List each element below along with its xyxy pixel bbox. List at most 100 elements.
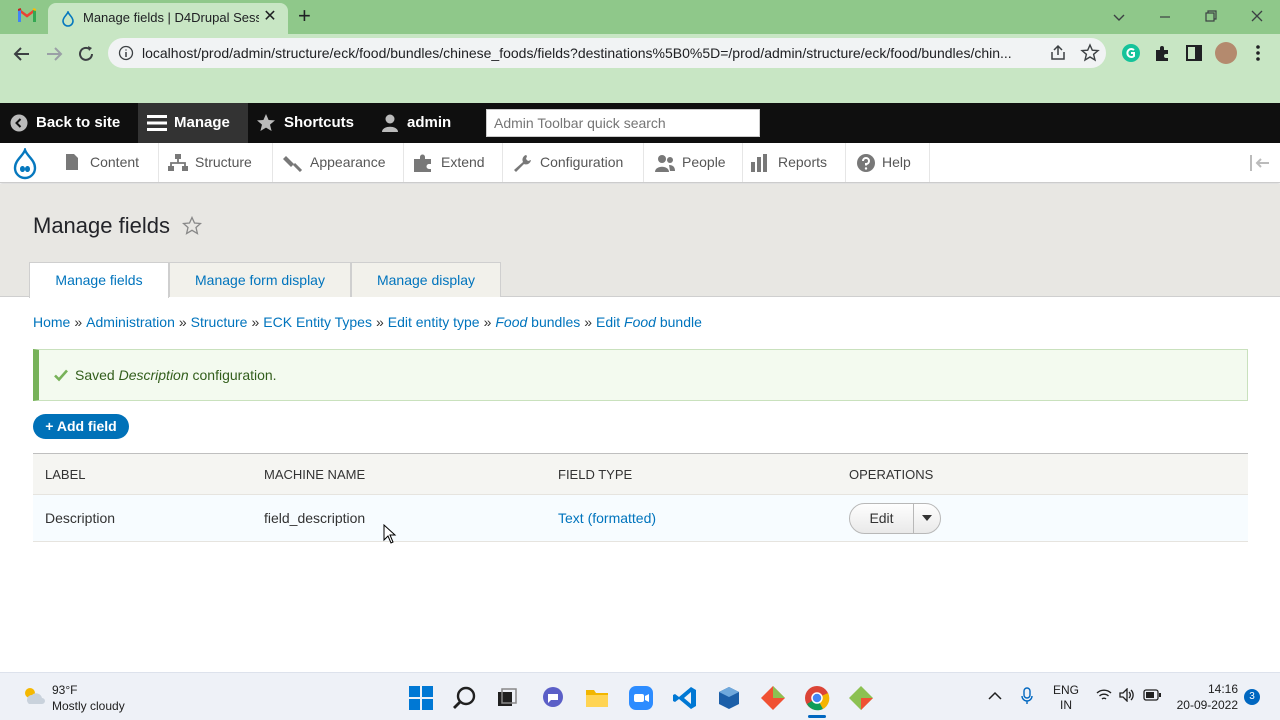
- volume-icon[interactable]: [1119, 688, 1135, 702]
- teams-chat-icon[interactable]: [540, 685, 566, 711]
- message-suffix: configuration.: [188, 367, 277, 383]
- wifi-icon[interactable]: [1096, 688, 1112, 702]
- grammarly-icon[interactable]: [1120, 42, 1142, 64]
- restore-icon[interactable]: [1204, 9, 1218, 23]
- browser-toolbar: localhost/prod/admin/structure/eck/food/…: [0, 34, 1280, 103]
- battery-icon[interactable]: [1143, 689, 1161, 701]
- menu-dots-icon[interactable]: [1247, 42, 1269, 64]
- git-bash-icon[interactable]: [848, 685, 874, 711]
- breadcrumb-food-bundles[interactable]: Food bundles: [495, 314, 580, 330]
- minimize-icon[interactable]: [1158, 10, 1172, 24]
- search-icon[interactable]: [452, 685, 478, 711]
- show-hidden-icons-chevron[interactable]: [988, 691, 1002, 701]
- field-type-link[interactable]: Text (formatted): [558, 510, 656, 526]
- breadcrumb-eck-entity-types[interactable]: ECK Entity Types: [263, 314, 372, 330]
- microphone-icon[interactable]: [1020, 687, 1034, 705]
- reload-icon[interactable]: [74, 42, 98, 66]
- column-header-label: Label: [33, 453, 252, 495]
- forward-icon[interactable]: [42, 42, 66, 66]
- drupal-admin-toolbar: Back to site Manage Shortcuts admin: [0, 103, 1280, 143]
- puzzle-icon: [414, 154, 431, 172]
- tab-close-icon[interactable]: ✕: [262, 7, 278, 27]
- virtualbox-icon[interactable]: [716, 685, 742, 711]
- check-icon: [54, 369, 68, 382]
- user-menu-button[interactable]: admin: [380, 103, 470, 143]
- clock-date[interactable]: 20-09-2022: [1170, 698, 1238, 712]
- table-header-row: Label Machine name Field type Operations: [33, 453, 1248, 495]
- tray-item-content-label: Content: [90, 154, 140, 170]
- breadcrumb-home[interactable]: Home: [33, 314, 70, 330]
- tray-item-extend[interactable]: Extend: [404, 143, 503, 182]
- breadcrumb: Home» Administration» Structure» ECK Entity…: [33, 314, 702, 330]
- weather-description: Mostly cloudy: [52, 699, 125, 713]
- dropdown-toggle-button[interactable]: [914, 504, 940, 533]
- fields-table: Label Machine name Field type Operations…: [33, 453, 1248, 542]
- clock-time[interactable]: 14:16: [1170, 682, 1238, 696]
- back-icon[interactable]: [10, 42, 34, 66]
- breadcrumb-edit-food-bundle[interactable]: Edit Food bundle: [596, 314, 702, 330]
- tab-manage-display[interactable]: Manage display: [351, 262, 501, 297]
- chrome-active-indicator: [808, 715, 826, 718]
- tray-item-content[interactable]: Content: [52, 143, 159, 182]
- browser-tab-active[interactable]: Manage fields | D4Drupal Sessions ✕: [48, 3, 288, 34]
- extensions-icon[interactable]: [1151, 42, 1173, 64]
- cell-machine-name: field_description: [252, 494, 546, 542]
- breadcrumb-administration[interactable]: Administration: [86, 314, 175, 330]
- tray-item-help[interactable]: Help: [846, 143, 930, 182]
- vscode-icon[interactable]: [672, 685, 698, 711]
- tab-manage-form-display[interactable]: Manage form display: [169, 262, 351, 297]
- task-view-icon[interactable]: [494, 685, 520, 711]
- file-explorer-icon[interactable]: [584, 685, 610, 711]
- language-region[interactable]: IN: [1050, 698, 1082, 712]
- tray-item-appearance[interactable]: Appearance: [273, 143, 404, 182]
- info-icon[interactable]: [118, 45, 134, 61]
- address-bar[interactable]: localhost/prod/admin/structure/eck/food/…: [108, 38, 1106, 68]
- bookmark-star-icon[interactable]: [1080, 43, 1100, 63]
- tray-item-configuration-label: Configuration: [540, 154, 624, 170]
- collapse-tray-icon[interactable]: [1250, 155, 1270, 171]
- message-prefix: Saved: [75, 367, 119, 383]
- tray-item-structure[interactable]: Structure: [159, 143, 273, 182]
- zoom-icon[interactable]: [628, 685, 654, 711]
- wrench-icon: [514, 155, 531, 172]
- tray-item-people[interactable]: People: [644, 143, 743, 182]
- shortcuts-label: Shortcuts: [284, 114, 355, 131]
- windows-taskbar: 93°F Mostly cloudy ENG IN 14:16 20-09-20…: [0, 672, 1280, 720]
- drupal-logo-icon[interactable]: [11, 148, 39, 180]
- manage-label: Manage: [174, 114, 230, 131]
- manage-menu-button[interactable]: Manage: [138, 103, 248, 143]
- notification-badge[interactable]: 3: [1244, 689, 1260, 705]
- add-field-button[interactable]: + Add field: [33, 414, 129, 439]
- help-circle-icon: [857, 154, 875, 172]
- breadcrumb-separator: »: [483, 314, 492, 330]
- tray-item-configuration[interactable]: Configuration: [503, 143, 644, 182]
- share-icon[interactable]: [1048, 43, 1068, 63]
- admin-toolbar-search-input[interactable]: [486, 109, 760, 137]
- weather-cloud-icon[interactable]: [20, 683, 46, 709]
- tray-item-reports[interactable]: Reports: [743, 143, 846, 182]
- language-code[interactable]: ENG: [1050, 683, 1082, 697]
- gmail-icon[interactable]: [18, 8, 36, 22]
- file-icon: [66, 154, 78, 170]
- tab-manage-fields[interactable]: Manage fields: [29, 262, 169, 298]
- tab-search-chevron-icon[interactable]: [1112, 10, 1126, 24]
- profile-avatar[interactable]: [1215, 42, 1237, 64]
- window-close-icon[interactable]: [1250, 9, 1264, 23]
- new-tab-button[interactable]: +: [298, 4, 311, 28]
- back-to-site-link[interactable]: Back to site: [0, 103, 134, 143]
- page-header: Manage fields Manage fields Manage form …: [0, 184, 1280, 298]
- operations-dropbutton: Edit: [849, 502, 941, 534]
- windows-start-icon[interactable]: [408, 685, 434, 711]
- sidepanel-icon[interactable]: [1183, 42, 1205, 64]
- shortcuts-menu-button[interactable]: Shortcuts: [256, 103, 366, 143]
- tray-item-reports-label: Reports: [778, 154, 828, 170]
- chrome-icon[interactable]: [804, 685, 830, 711]
- cell-operations: Edit: [837, 494, 1248, 542]
- edit-button[interactable]: Edit: [850, 503, 914, 533]
- git-gui-icon[interactable]: [760, 685, 786, 711]
- user-icon: [382, 114, 398, 132]
- breadcrumb-structure[interactable]: Structure: [191, 314, 248, 330]
- breadcrumb-edit-entity-type[interactable]: Edit entity type: [388, 314, 480, 330]
- message-field-name: Description: [118, 367, 189, 383]
- shortcut-star-icon[interactable]: [182, 216, 202, 236]
